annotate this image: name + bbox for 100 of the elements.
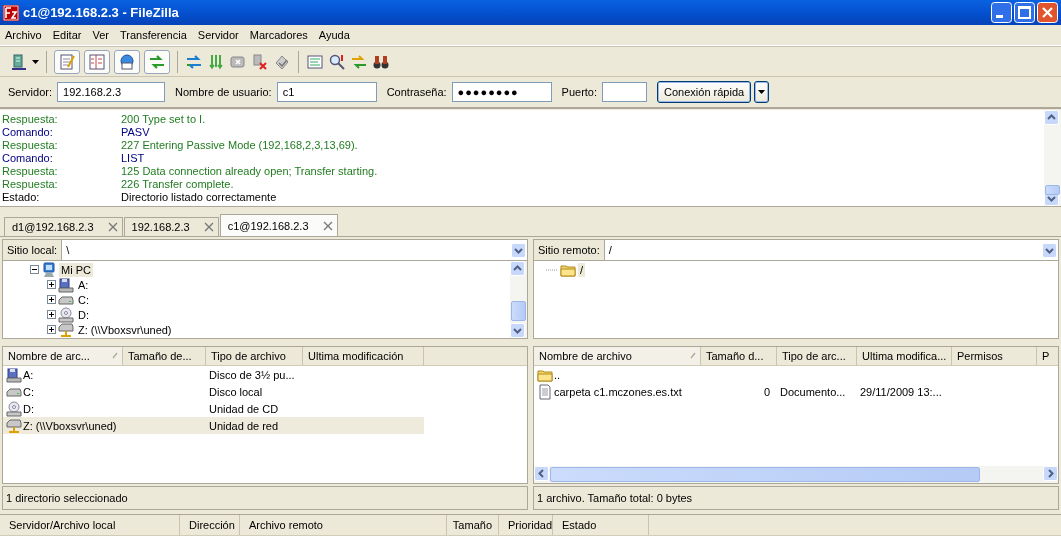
- sort-icon: [690, 352, 697, 359]
- scroll-down-button[interactable]: [510, 323, 525, 338]
- column-header[interactable]: Tamaño d...: [701, 347, 777, 365]
- expand-icon[interactable]: [47, 280, 56, 289]
- scroll-up-button[interactable]: [1044, 110, 1059, 125]
- scroll-right-button[interactable]: [1043, 466, 1058, 481]
- close-icon[interactable]: [107, 222, 118, 232]
- column-header[interactable]: Nombre de archivo: [534, 347, 701, 365]
- caret-icon[interactable]: [32, 59, 39, 64]
- menu-item[interactable]: Ver: [87, 29, 115, 41]
- log-type: Comando:: [1, 152, 54, 165]
- column-header[interactable]: Tipo de arc...: [777, 347, 857, 365]
- file-name[interactable]: D:: [23, 402, 34, 415]
- column-header[interactable]: Estado: [553, 515, 649, 535]
- cd-drive-icon: [6, 400, 22, 417]
- panels-icon: [88, 52, 106, 71]
- tree-item[interactable]: Mi PC: [59, 262, 93, 277]
- column-header[interactable]: Permisos: [952, 347, 1037, 365]
- expand-icon[interactable]: [47, 310, 56, 319]
- field-label: Contraseña:: [386, 86, 447, 98]
- toggle-button[interactable]: [144, 49, 170, 74]
- close-button[interactable]: [1037, 2, 1058, 23]
- expand-icon[interactable]: [47, 295, 56, 304]
- scrollbar-thumb[interactable]: [511, 301, 526, 321]
- scrollbar-thumb[interactable]: [550, 467, 980, 482]
- tab[interactable]: d1@192.168.2.3: [4, 217, 123, 236]
- tab[interactable]: c1@192.168.2.3: [219, 214, 338, 236]
- caret-icon: [758, 90, 766, 94]
- column-header[interactable]: Tipo de archivo: [206, 347, 303, 365]
- column-header[interactable]: Nombre de arc...: [3, 347, 123, 365]
- input-field[interactable]: 192.168.2.3: [57, 82, 166, 102]
- quickconnect-button[interactable]: Conexión rápida: [657, 81, 752, 103]
- field-label: Servidor:: [8, 86, 53, 98]
- file-name[interactable]: A:: [23, 368, 34, 381]
- column-header[interactable]: Tamaño de...: [123, 347, 206, 365]
- close-icon[interactable]: [322, 220, 333, 231]
- log-type: Respuesta:: [1, 139, 59, 152]
- cd-drive-icon: [58, 306, 74, 323]
- log-type: Estado:: [1, 191, 41, 204]
- tab[interactable]: 192.168.2.3: [123, 217, 219, 236]
- input-field[interactable]: c1: [276, 82, 377, 102]
- server-icon[interactable]: [10, 52, 28, 71]
- expand-icon[interactable]: [47, 325, 56, 334]
- table-cell-text: Documento...: [779, 385, 847, 398]
- collapse-icon[interactable]: [30, 265, 39, 274]
- toggle-button[interactable]: [54, 49, 80, 74]
- tree-item[interactable]: D:: [76, 307, 91, 322]
- computer-icon: [41, 261, 57, 278]
- column-header[interactable]: Dirección: [180, 515, 240, 535]
- column-header[interactable]: Archivo remoto: [240, 515, 447, 535]
- column-header[interactable]: Ultima modifica...: [857, 347, 952, 365]
- log-message: Directorio listado correctamente: [121, 191, 277, 204]
- list-icon[interactable]: [306, 52, 324, 71]
- menu-item[interactable]: Archivo: [0, 29, 48, 41]
- minimize-button[interactable]: [991, 2, 1012, 23]
- scroll-up-button[interactable]: [510, 261, 525, 276]
- password-field[interactable]: ●●●●●●●●: [451, 82, 552, 102]
- toggle-button[interactable]: [84, 49, 110, 74]
- maximize-button[interactable]: [1014, 2, 1035, 23]
- dropdown-button[interactable]: [754, 81, 770, 103]
- table-cell-text: 29/11/2009 13:...: [859, 385, 943, 398]
- status-text: 1 directorio seleccionado: [2, 486, 528, 510]
- tree-item[interactable]: C:: [76, 292, 91, 307]
- toggle-button[interactable]: [114, 49, 140, 74]
- column-header[interactable]: Tamaño: [447, 515, 499, 535]
- menu-item[interactable]: Ayuda: [313, 29, 356, 41]
- search-icon[interactable]: [328, 52, 346, 71]
- file-name[interactable]: ..: [554, 368, 561, 381]
- disconnect-icon[interactable]: [251, 52, 269, 71]
- menu-item[interactable]: Marcadores: [244, 29, 314, 41]
- log-type: Respuesta:: [1, 165, 59, 178]
- column-header[interactable]: Prioridad: [499, 515, 553, 535]
- scroll-left-button[interactable]: [534, 466, 549, 481]
- file-name[interactable]: carpeta c1.mczones.es.txt: [554, 385, 682, 398]
- log-type: Comando:: [1, 126, 54, 139]
- text-file-icon: [537, 383, 553, 400]
- table-cell-text: Unidad de CD: [208, 402, 280, 415]
- column-header[interactable]: Ultima modificación: [303, 347, 424, 365]
- close-icon[interactable]: [203, 222, 214, 232]
- tree-item[interactable]: A:: [76, 277, 91, 292]
- file-name[interactable]: Z: (\\Vboxsvr\uned): [23, 419, 117, 432]
- menu-item[interactable]: Servidor: [192, 29, 245, 41]
- table-cell-text: Unidad de red: [208, 419, 280, 432]
- table-cell-text: 0: [762, 385, 771, 398]
- input-field[interactable]: [602, 82, 648, 102]
- tree-item[interactable]: /: [578, 262, 586, 277]
- notepad-icon: [58, 52, 76, 71]
- scrollbar-thumb[interactable]: [1045, 185, 1060, 195]
- log-message: 226 Transfer complete.: [121, 178, 234, 191]
- column-header[interactable]: P: [1037, 347, 1055, 365]
- floppy-drive-icon: [58, 276, 74, 293]
- menu-item[interactable]: Editar: [47, 29, 88, 41]
- log-message: 125 Data connection already open; Transfer starting.: [121, 165, 378, 178]
- tree-item[interactable]: Z: (\\Vboxsvr\uned): [76, 322, 174, 337]
- column-header[interactable]: Servidor/Archivo local: [0, 515, 180, 535]
- menu-item[interactable]: Transferencia: [114, 29, 193, 41]
- log-message: LIST: [121, 152, 145, 165]
- window-title: c1@192.168.2.3 - FileZilla: [23, 5, 180, 20]
- network-drive-icon: [58, 321, 74, 338]
- file-name[interactable]: C:: [23, 385, 34, 398]
